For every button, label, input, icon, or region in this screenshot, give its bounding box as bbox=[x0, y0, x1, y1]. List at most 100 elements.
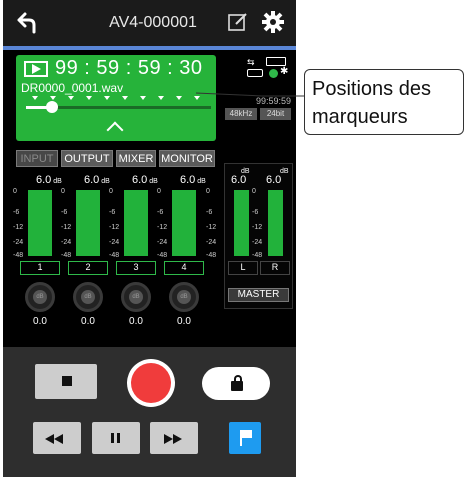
callout-label: Positions des marqueurs bbox=[304, 69, 464, 135]
pause-icon-part bbox=[117, 433, 120, 443]
bit-depth-badge: 24bit bbox=[260, 108, 291, 120]
pause-button[interactable] bbox=[92, 422, 140, 454]
channel-level-value: 6.0 dB bbox=[132, 174, 158, 186]
meter-scale-label: -24 bbox=[206, 239, 217, 246]
meter-scale-label: 0 bbox=[13, 188, 17, 195]
knob-unit: dB bbox=[81, 290, 95, 304]
stop-icon bbox=[62, 376, 72, 386]
record-icon bbox=[131, 363, 171, 403]
channel-level-value: 6.0 dB bbox=[84, 174, 110, 186]
master-scale-label: -24 bbox=[252, 239, 263, 246]
master-scale-label: -48 bbox=[252, 252, 263, 259]
playback-panel[interactable]: 99 : 59 : 59 : 30 DR0000_0001.wav bbox=[16, 55, 216, 141]
meter-scale-label: -12 bbox=[157, 224, 168, 231]
knob-unit: dB bbox=[129, 290, 143, 304]
mark-button[interactable] bbox=[229, 422, 261, 454]
record-button[interactable] bbox=[127, 359, 175, 407]
meter-scale-label: -6 bbox=[61, 209, 68, 216]
meter-scale-label: -24 bbox=[13, 239, 24, 246]
tab-input[interactable]: INPUT bbox=[16, 150, 58, 167]
meter-scale-label: -24 bbox=[61, 239, 72, 246]
fast-forward-button[interactable] bbox=[150, 422, 198, 454]
header-divider bbox=[3, 46, 296, 50]
meter-scale-label: 0 bbox=[157, 188, 161, 195]
tab-monitor[interactable]: MONITOR bbox=[159, 150, 215, 167]
channel-button[interactable]: 1 bbox=[20, 261, 60, 275]
marker-position bbox=[122, 96, 128, 100]
meter-scale-label: 0 bbox=[109, 188, 113, 195]
channel-button[interactable]: 2 bbox=[68, 261, 108, 275]
lock-button[interactable] bbox=[202, 367, 270, 400]
marker-position bbox=[176, 96, 182, 100]
knob-value: 0.0 bbox=[33, 316, 47, 327]
channel-button[interactable]: 4 bbox=[164, 261, 204, 275]
marker-position bbox=[32, 96, 38, 100]
marker-position bbox=[86, 96, 92, 100]
channel-meter-bar bbox=[172, 190, 196, 256]
channel-level-value: 6.0 dB bbox=[36, 174, 62, 186]
master-button[interactable]: MASTER bbox=[228, 288, 289, 302]
file-name: DR0000_0001.wav bbox=[21, 81, 124, 95]
tab-mixer[interactable]: MIXER bbox=[116, 150, 156, 167]
master-scale-label: 0 bbox=[252, 188, 256, 195]
rewind-button[interactable] bbox=[33, 422, 81, 454]
master-scale-label: -12 bbox=[252, 224, 263, 231]
master-right-label: R bbox=[260, 261, 290, 275]
device-name: AV4-000001 bbox=[109, 14, 197, 31]
gain-knob[interactable]: dB bbox=[121, 282, 151, 312]
sd-card-icon bbox=[266, 57, 286, 66]
meter-scale-label: -12 bbox=[206, 224, 217, 231]
knob-unit: dB bbox=[177, 290, 191, 304]
phone-icon bbox=[247, 69, 263, 77]
master-left-value: 6.0 dB bbox=[231, 168, 250, 186]
usb-icon: ⇆ bbox=[247, 57, 255, 67]
meter-scale-label: -12 bbox=[13, 224, 24, 231]
channel-meter-bar bbox=[28, 190, 52, 256]
seek-bar[interactable] bbox=[26, 101, 211, 113]
meter-scale-label: -12 bbox=[109, 224, 120, 231]
seek-thumb[interactable] bbox=[45, 101, 58, 113]
header-bar: AV4-000001 bbox=[3, 0, 296, 46]
knob-value: 0.0 bbox=[177, 316, 191, 327]
time-counter: 99 : 59 : 59 : 30 bbox=[55, 57, 203, 79]
marker-position bbox=[50, 96, 56, 100]
marker-position bbox=[194, 96, 200, 100]
gain-knob[interactable]: dB bbox=[169, 282, 199, 312]
gain-knob[interactable]: dB bbox=[25, 282, 55, 312]
stop-button[interactable] bbox=[35, 364, 97, 399]
rewind-icon-part bbox=[54, 434, 63, 444]
master-right-bar bbox=[268, 190, 283, 256]
meter-scale-label: -6 bbox=[109, 209, 116, 216]
marker-position bbox=[158, 96, 164, 100]
back-icon[interactable] bbox=[11, 8, 39, 36]
meter-scale-label: -24 bbox=[109, 239, 120, 246]
channel-button[interactable]: 3 bbox=[116, 261, 156, 275]
fast-forward-icon-part bbox=[173, 434, 182, 444]
fast-forward-icon bbox=[164, 434, 173, 444]
play-icon[interactable] bbox=[24, 61, 48, 77]
connection-status-icon bbox=[269, 69, 278, 78]
gear-icon[interactable] bbox=[261, 10, 285, 34]
master-right-value: 6.0 dB bbox=[266, 168, 289, 186]
master-left-bar bbox=[234, 190, 249, 256]
channel-level-value: 6.0 dB bbox=[180, 174, 206, 186]
remaining-time: 99:59:59 bbox=[255, 96, 291, 106]
meter-scale-label: -48 bbox=[206, 252, 217, 259]
marker-position bbox=[104, 96, 110, 100]
channel-meter-bar bbox=[124, 190, 148, 256]
meter-scale-label: -48 bbox=[61, 252, 72, 259]
gain-knob[interactable]: dB bbox=[73, 282, 103, 312]
flag-icon-cloth bbox=[242, 430, 252, 438]
tab-output[interactable]: OUTPUT bbox=[61, 150, 113, 167]
rewind-icon bbox=[45, 434, 54, 444]
edit-icon[interactable] bbox=[227, 11, 249, 33]
master-scale-label: -6 bbox=[252, 209, 259, 216]
meter-scale-label: 0 bbox=[206, 188, 210, 195]
chevron-up-icon[interactable] bbox=[106, 121, 124, 139]
marker-position bbox=[68, 96, 74, 100]
lock-body bbox=[231, 381, 243, 391]
meter-scale-label: -48 bbox=[157, 252, 168, 259]
meter-scale-label: 0 bbox=[61, 188, 65, 195]
meter-scale-label: -48 bbox=[109, 252, 120, 259]
meter-scale-label: -6 bbox=[157, 209, 164, 216]
